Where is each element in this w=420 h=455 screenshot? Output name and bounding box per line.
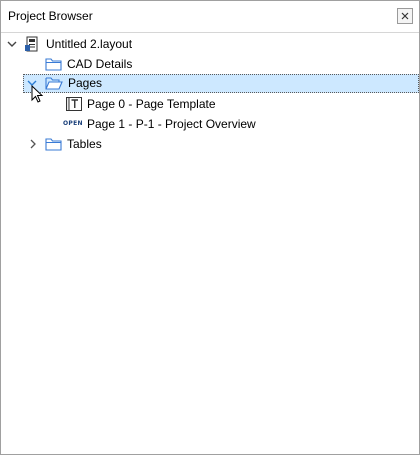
mouse-cursor-icon <box>31 85 44 103</box>
tree-item-label: Untitled 2.layout <box>46 37 133 51</box>
tree-item-page-0[interactable]: Page 0 - Page Template <box>1 95 419 114</box>
tree-item-label: CAD Details <box>67 57 133 71</box>
tree-item-root[interactable]: Untitled 2.layout <box>1 35 419 54</box>
close-button[interactable] <box>397 8 413 24</box>
panel-titlebar: Project Browser <box>1 1 419 33</box>
template-page-icon <box>66 97 82 111</box>
folder-open-icon <box>45 77 63 90</box>
folder-icon <box>45 138 62 151</box>
tree-item-tables[interactable]: Tables <box>1 135 419 154</box>
layout-file-icon <box>25 36 38 52</box>
open-page-icon: OPEN <box>63 120 83 127</box>
tree-item-label: Pages <box>68 76 103 90</box>
project-browser-panel: Project Browser Untitled 2.layout CAD De… <box>0 0 420 455</box>
folder-icon <box>45 58 62 71</box>
chevron-down-icon[interactable] <box>6 38 18 50</box>
tree-item-page-1[interactable]: OPEN Page 1 - P-1 - Project Overview <box>1 115 419 134</box>
panel-title: Project Browser <box>8 9 93 23</box>
tree-item-cad-details[interactable]: CAD Details <box>1 55 419 74</box>
chevron-right-icon[interactable] <box>27 138 39 150</box>
tree-item-label: Page 1 - P-1 - Project Overview <box>87 117 256 131</box>
tree-item-label: Page 0 - Page Template <box>87 97 216 111</box>
tree-item-label: Tables <box>67 137 102 151</box>
tree-item-pages[interactable]: Pages <box>23 74 419 93</box>
close-icon <box>401 12 409 20</box>
